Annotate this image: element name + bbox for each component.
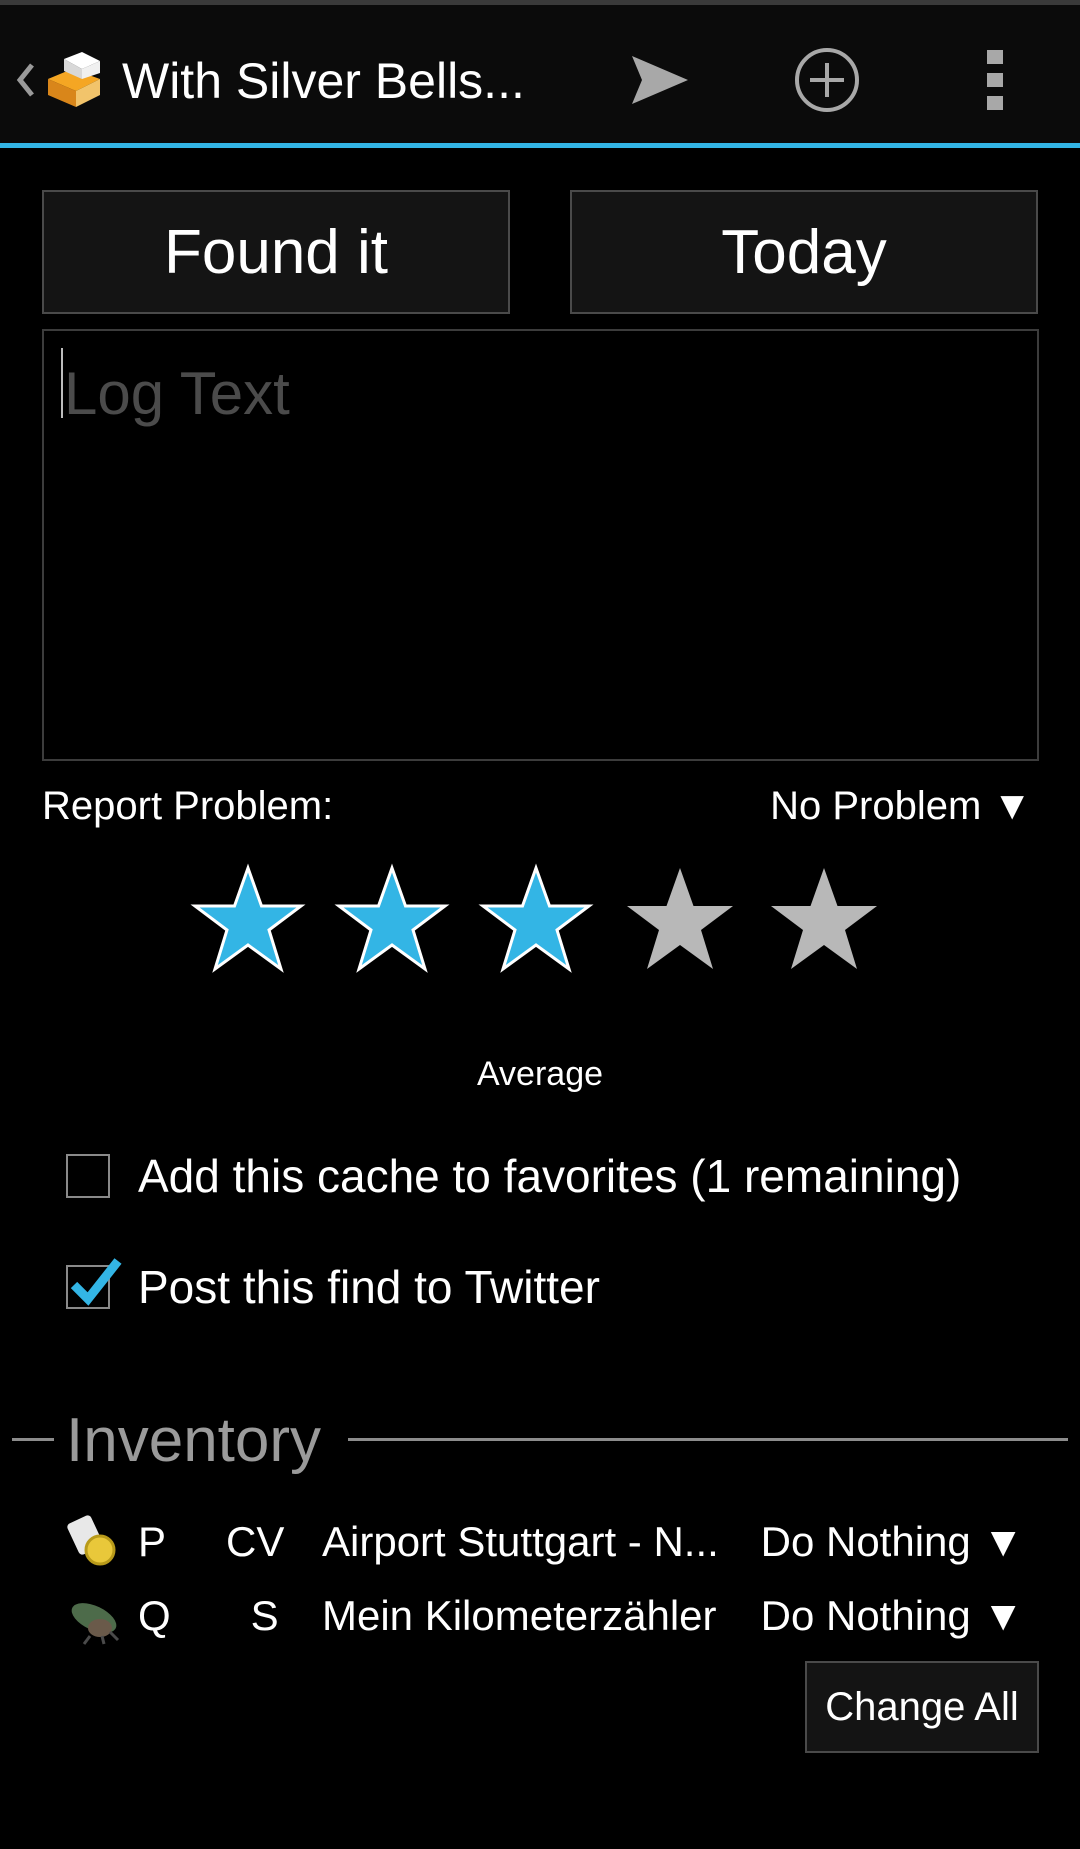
favorites-option[interactable]: Add this cache to favorites (1 remaining…: [66, 1146, 961, 1206]
page-title: With Silver Bells...: [122, 53, 525, 109]
inventory-row: QS Mein Kilometerzähler Do Nothing ▼: [0, 1580, 1080, 1650]
date-button[interactable]: Today: [570, 190, 1038, 314]
add-circle-icon: [795, 48, 859, 112]
send-button[interactable]: [620, 35, 700, 125]
star-5-icon[interactable]: [764, 862, 884, 982]
trackable-coin-icon: [67, 1515, 116, 1566]
star-2-icon[interactable]: [332, 862, 452, 982]
favorites-checkbox[interactable]: [66, 1154, 110, 1198]
trackable-code: P CV: [138, 1518, 285, 1565]
star-3-icon[interactable]: [476, 862, 596, 982]
report-problem-dropdown[interactable]: No Problem ▼: [770, 784, 1032, 829]
action-bar-underline: [0, 143, 1080, 148]
log-type-button[interactable]: Found it: [42, 190, 510, 314]
chevron-left-icon[interactable]: [14, 61, 38, 99]
twitter-label: Post this find to Twitter: [138, 1261, 600, 1313]
inventory-title: Inventory: [66, 1406, 322, 1475]
log-text-input[interactable]: Log Text: [42, 329, 1039, 761]
star-1-icon[interactable]: [188, 862, 308, 982]
favorites-label: Add this cache to favorites (1 remaining…: [138, 1150, 962, 1202]
checkmark-icon: [70, 1258, 122, 1306]
star-4-icon[interactable]: [620, 862, 740, 982]
trackable-name: Airport Stuttgart - N...: [322, 1518, 719, 1565]
text-caret: [61, 348, 63, 418]
add-button[interactable]: [782, 35, 872, 125]
log-text-placeholder: Log Text: [64, 360, 290, 427]
inventory-row: P CV Airport Stuttgart - N... Do Nothing …: [0, 1506, 1080, 1576]
action-bar: With Silver Bells...: [0, 5, 1080, 143]
twitter-checkbox[interactable]: [66, 1258, 122, 1309]
change-all-button[interactable]: Change All: [805, 1661, 1039, 1753]
rating-label: Average: [476, 1055, 604, 1093]
trackable-action-dropdown[interactable]: Do Nothing ▼: [761, 1592, 1024, 1640]
trackable-action-dropdown[interactable]: Do Nothing ▼: [761, 1518, 1024, 1566]
trackable-travelbug-icon: [71, 1603, 120, 1645]
overflow-menu-button[interactable]: [975, 35, 1015, 125]
dropdown-arrow-icon: ▼: [992, 784, 1032, 828]
cache-app-icon[interactable]: [42, 49, 106, 113]
report-problem-label: Report Problem:: [42, 784, 334, 828]
trackable-name: Mein Kilometerzähler: [322, 1592, 717, 1639]
overflow-menu-icon: [987, 50, 1003, 110]
inventory-divider-left: [12, 1438, 54, 1441]
report-problem-value: No Problem: [770, 784, 982, 828]
star-rating[interactable]: [188, 862, 900, 982]
inventory-divider-right: [348, 1438, 1068, 1441]
send-icon: [632, 56, 688, 104]
trackable-code: QS: [138, 1592, 279, 1639]
twitter-option[interactable]: Post this find to Twitter: [66, 1257, 600, 1317]
